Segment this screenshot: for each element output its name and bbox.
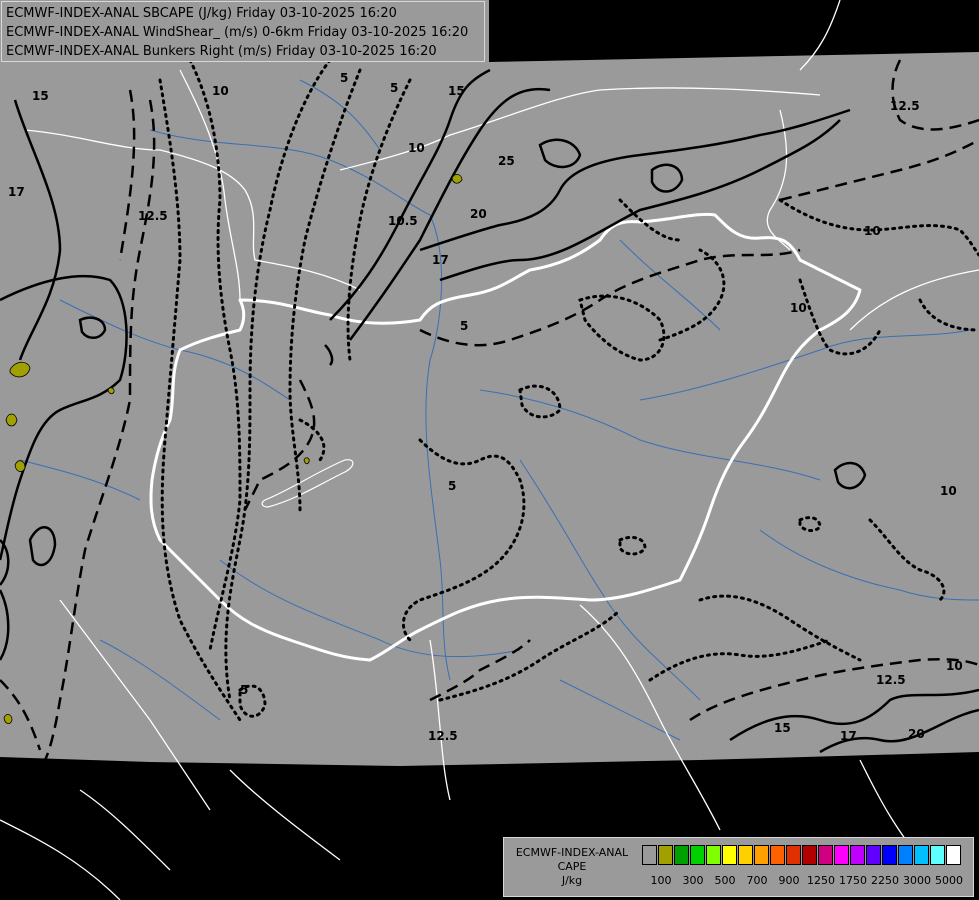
- title-line-sbcape: ECMWF-INDEX-ANAL SBCAPE (J/kg) Friday 03…: [6, 6, 397, 21]
- legend-swatch: [706, 845, 721, 865]
- legend-color-scale: [642, 845, 962, 865]
- legend-tick: 5000: [935, 874, 963, 887]
- legend-swatch: [898, 845, 913, 865]
- legend-tick: 2250: [871, 874, 899, 887]
- contour-label: 10: [408, 141, 425, 155]
- contour-label: 10: [946, 659, 963, 673]
- legend-swatch: [946, 845, 961, 865]
- contour-label: 15: [32, 89, 49, 103]
- contour-label: 5: [240, 683, 248, 697]
- legend-swatch: [674, 845, 689, 865]
- legend-variable: CAPE: [557, 860, 587, 873]
- legend-title: ECMWF-INDEX-ANAL CAPE J/kg: [508, 846, 636, 888]
- legend-swatch: [738, 845, 753, 865]
- legend-swatch: [834, 845, 849, 865]
- contour-label: 17: [840, 729, 857, 743]
- contour-label: 10.5: [388, 214, 418, 228]
- legend-source: ECMWF-INDEX-ANAL: [515, 846, 629, 859]
- contour-label: 5: [340, 71, 348, 85]
- contour-label: 12.5: [876, 673, 906, 687]
- legend-tick: 1250: [807, 874, 835, 887]
- contour-label: 10: [790, 301, 807, 315]
- legend-unit: J/kg: [561, 874, 583, 887]
- contour-label: 5: [460, 319, 468, 333]
- contour-label: 15: [448, 84, 465, 98]
- legend-tick: 900: [778, 874, 800, 887]
- contour-label: 15: [774, 721, 791, 735]
- weather-map: 15 10 5 17 12.5 5 10 15 25 20 17 10.5 12…: [0, 0, 979, 900]
- legend-tick: 100: [650, 874, 672, 887]
- legend-swatch: [754, 845, 769, 865]
- contour-label: 5: [448, 479, 456, 493]
- legend-swatch: [658, 845, 673, 865]
- contour-label: 10: [212, 84, 229, 98]
- legend-swatch: [914, 845, 929, 865]
- contour-label: 20: [470, 207, 487, 221]
- legend-swatch: [802, 845, 817, 865]
- contour-label: 12.5: [890, 99, 920, 113]
- map-title-box: ECMWF-INDEX-ANAL SBCAPE (J/kg) Friday 03…: [1, 1, 485, 62]
- contour-label: 12.5: [428, 729, 458, 743]
- legend-tick: 500: [714, 874, 736, 887]
- title-line-windshear: ECMWF-INDEX-ANAL WindShear_ (m/s) 0-6km …: [6, 25, 469, 40]
- cape-legend: ECMWF-INDEX-ANAL CAPE J/kg 100 300 500 7…: [503, 837, 974, 897]
- legend-tick: 300: [682, 874, 704, 887]
- contour-label: 17: [8, 185, 25, 199]
- legend-swatch: [930, 845, 945, 865]
- title-line-bunkers: ECMWF-INDEX-ANAL Bunkers Right (m/s) Fri…: [6, 44, 437, 59]
- legend-tick: 1750: [839, 874, 867, 887]
- legend-swatch: [690, 845, 705, 865]
- contour-label: 12.5: [138, 209, 168, 223]
- contour-label: 10: [864, 224, 881, 238]
- contour-label: 20: [908, 727, 925, 741]
- legend-swatch: [770, 845, 785, 865]
- legend-swatch: [818, 845, 833, 865]
- legend-ticks: 100 300 500 700 900 1250 1750 2250 3000 …: [638, 874, 968, 888]
- legend-tick: 700: [746, 874, 768, 887]
- legend-tick: 3000: [903, 874, 931, 887]
- legend-swatch: [642, 845, 657, 865]
- contour-label: 17: [432, 253, 449, 267]
- legend-swatch: [722, 845, 737, 865]
- legend-swatch: [866, 845, 881, 865]
- map-canvas: 15 10 5 17 12.5 5 10 15 25 20 17 10.5 12…: [0, 0, 979, 900]
- contour-label: 10: [940, 484, 957, 498]
- legend-swatch: [882, 845, 897, 865]
- legend-swatch: [850, 845, 865, 865]
- contour-label: 25: [498, 154, 515, 168]
- legend-swatch: [786, 845, 801, 865]
- contour-label: 5: [390, 81, 398, 95]
